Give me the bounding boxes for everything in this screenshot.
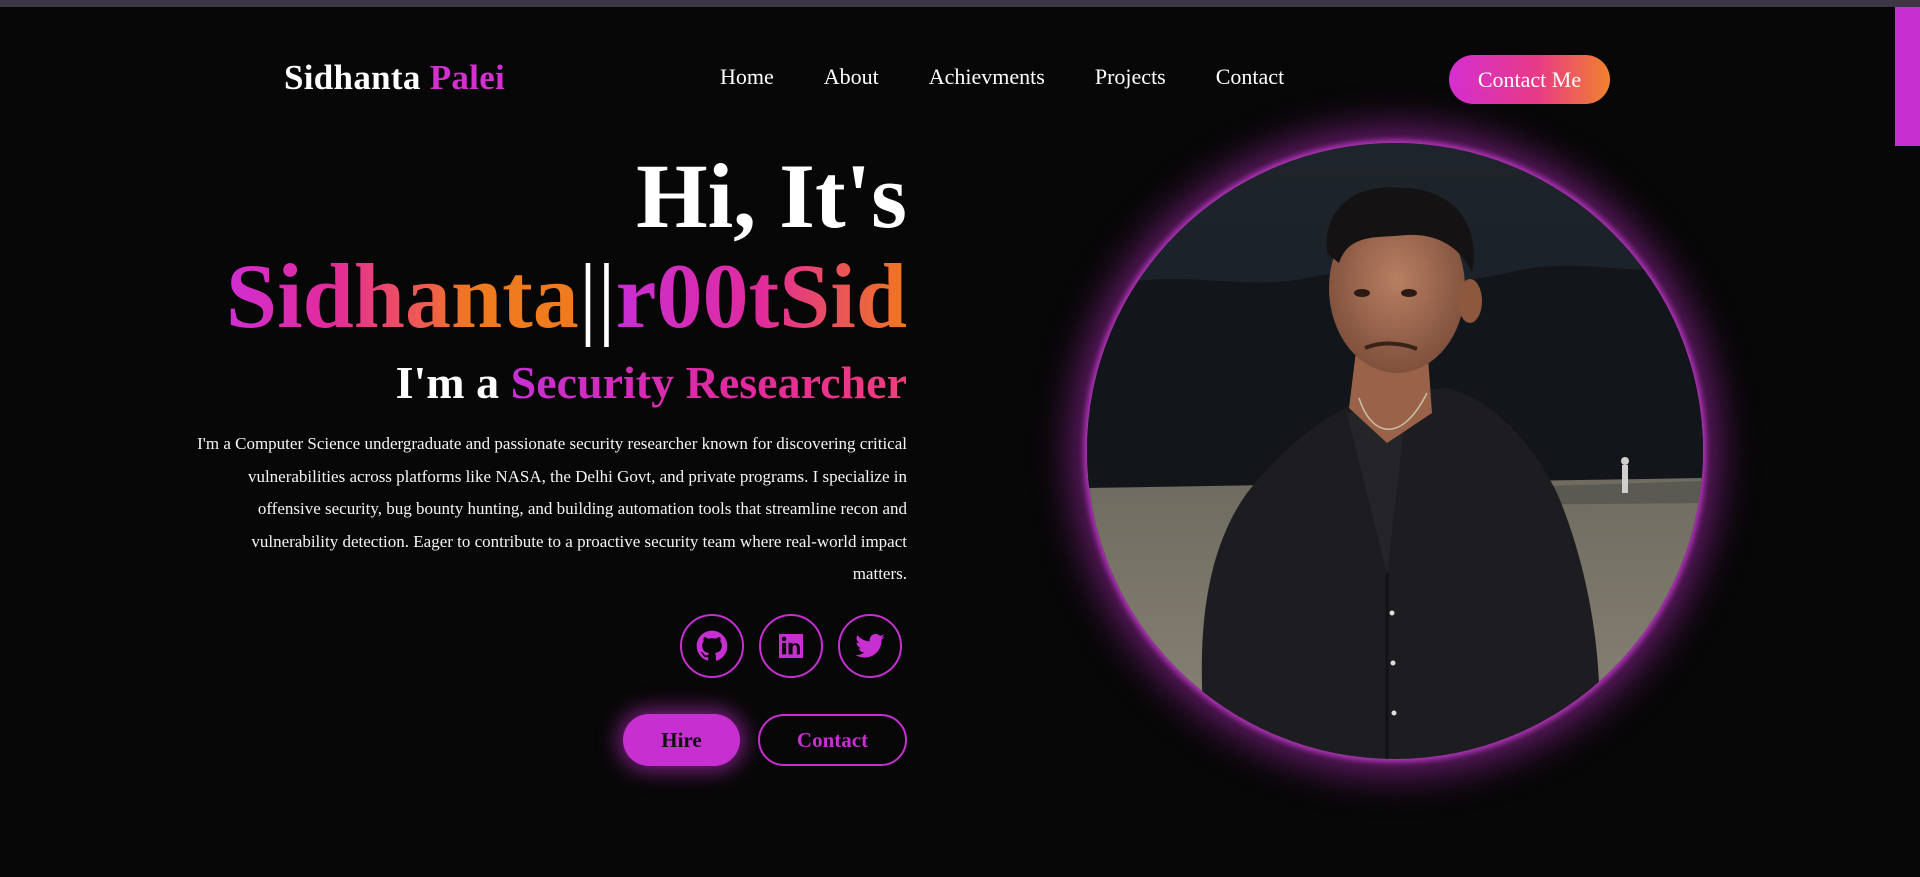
profile-photo-illustration	[1087, 143, 1703, 759]
hero-bio: I'm a Computer Science undergraduate and…	[197, 434, 907, 583]
site-logo[interactable]: Sidhanta Palei	[284, 58, 505, 98]
logo-last-name: Palei	[429, 58, 506, 97]
hire-button[interactable]: Hire	[623, 714, 740, 766]
hero-actions: Hire Contact	[623, 714, 907, 766]
linkedin-icon	[779, 634, 803, 658]
nav-contact[interactable]: Contact	[1216, 64, 1284, 90]
profile-photo	[1087, 143, 1703, 759]
nav-projects[interactable]: Projects	[1095, 64, 1166, 90]
hero-name-separator: ||	[578, 245, 616, 347]
hero-role-prefix: I'm a	[395, 357, 500, 408]
nav-achievements[interactable]: Achievments	[929, 64, 1045, 90]
contact-me-button[interactable]: Contact Me	[1449, 55, 1610, 104]
window-top-strip	[0, 0, 1920, 7]
social-links	[680, 614, 902, 678]
hero-text: Hi, It's Sidhanta||r00tSid I'm a Securit…	[180, 138, 907, 591]
scrollbar-thumb[interactable]	[1895, 7, 1920, 146]
linkedin-link[interactable]	[759, 614, 823, 678]
hero-name-handle: r00tSid	[615, 245, 907, 347]
hero-name: Sidhanta||r00tSid	[180, 250, 907, 342]
nav-home[interactable]: Home	[720, 64, 774, 90]
hero-role-title: Security Researcher	[510, 357, 907, 408]
hero-name-primary: Sidhanta	[225, 245, 579, 347]
main-nav: Home About Achievments Projects Contact	[720, 64, 1284, 90]
contact-button[interactable]: Contact	[758, 714, 907, 766]
hero-role: I'm a Security Researcher	[180, 360, 907, 406]
twitter-link[interactable]	[838, 614, 902, 678]
twitter-icon	[855, 633, 885, 658]
logo-first-name: Sidhanta	[284, 58, 421, 97]
hero-greeting: Hi, It's	[636, 145, 907, 247]
github-icon	[696, 630, 728, 661]
nav-about[interactable]: About	[824, 64, 879, 90]
github-link[interactable]	[680, 614, 744, 678]
